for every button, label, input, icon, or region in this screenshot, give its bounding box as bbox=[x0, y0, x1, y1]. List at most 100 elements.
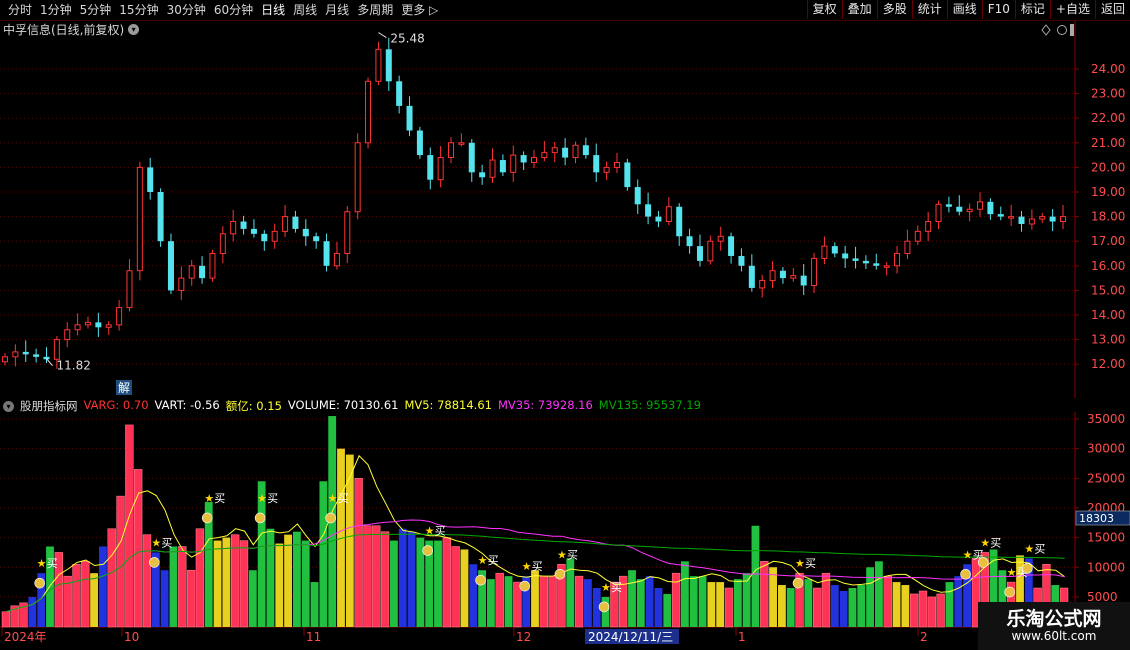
candle-body bbox=[468, 142, 475, 173]
candle-body bbox=[935, 203, 942, 223]
candle-body bbox=[147, 167, 154, 192]
volume-bar bbox=[663, 593, 672, 627]
buy-signal-label: 买 bbox=[805, 557, 816, 570]
candle-body bbox=[769, 270, 776, 282]
buy-star-icon: ★ bbox=[478, 554, 488, 567]
candle-body bbox=[541, 152, 548, 159]
price-tick-label: 14.00 bbox=[1091, 308, 1125, 322]
volume-bar bbox=[178, 546, 187, 628]
money-bag-icon bbox=[519, 580, 530, 592]
candle-body bbox=[945, 204, 952, 207]
candle-body bbox=[240, 221, 247, 229]
candle-body bbox=[323, 241, 330, 266]
buy-signal-label: 买 bbox=[214, 492, 225, 505]
tab-period-2[interactable]: 5分钟 bbox=[76, 2, 116, 18]
toolbar-button-5[interactable]: F10 bbox=[981, 0, 1015, 19]
toolbar: 分时 1分钟 5分钟 15分钟 30分钟 60分钟 日线 周线 月线 多周期 更多 ▷ 复权 叠加 多股… bbox=[0, 0, 1130, 21]
tab-period-0[interactable]: 分时 bbox=[4, 2, 36, 18]
candle-body bbox=[914, 230, 921, 242]
candle-body bbox=[894, 253, 901, 267]
toolbar-button-6[interactable]: 标记 bbox=[1014, 0, 1050, 19]
volume-chart[interactable]: 350003000025000200001500010000500018303★… bbox=[0, 412, 1130, 650]
volume-bar bbox=[724, 587, 734, 628]
watermark-url: www.60lt.com bbox=[1011, 629, 1097, 643]
volume-bar bbox=[442, 537, 451, 628]
candle-body bbox=[84, 321, 91, 326]
volume-bar bbox=[72, 564, 81, 628]
volume-bar bbox=[398, 528, 407, 627]
tab-period-7[interactable]: 周线 bbox=[289, 2, 321, 18]
candle-body bbox=[728, 236, 735, 256]
candle-body bbox=[800, 275, 807, 286]
candle-body bbox=[292, 216, 299, 229]
candle-body bbox=[551, 147, 558, 154]
toolbar-button-7[interactable]: +自选 bbox=[1049, 0, 1095, 19]
toolbar-button-4[interactable]: 画线 bbox=[946, 0, 982, 19]
candle-body bbox=[333, 253, 340, 267]
price-tick-label: 22.00 bbox=[1091, 111, 1125, 125]
volume-bar bbox=[186, 569, 196, 628]
price-tick-label: 18.00 bbox=[1091, 210, 1125, 224]
candle-body bbox=[613, 161, 620, 168]
candle-body bbox=[95, 322, 102, 328]
candle-body bbox=[188, 265, 195, 279]
volume-bar bbox=[107, 528, 116, 628]
tab-period-8[interactable]: 月线 bbox=[321, 2, 353, 18]
tab-period-5[interactable]: 60分钟 bbox=[210, 2, 257, 18]
buy-signal-label: 买 bbox=[1034, 542, 1045, 555]
candle-body bbox=[852, 258, 859, 261]
candle-body bbox=[520, 155, 527, 163]
tab-period-6[interactable]: 日线 bbox=[257, 2, 289, 18]
candle-body bbox=[779, 270, 786, 279]
candle-body bbox=[1060, 216, 1066, 223]
buy-star-icon: ★ bbox=[980, 536, 990, 549]
candle-body bbox=[1008, 216, 1015, 219]
volume-bar bbox=[90, 573, 98, 627]
tab-period-3[interactable]: 15分钟 bbox=[115, 2, 162, 18]
buy-star-icon: ★ bbox=[151, 536, 161, 549]
candle-body bbox=[354, 142, 361, 213]
buy-signal-label: 买 bbox=[267, 492, 278, 505]
volume-bar bbox=[116, 495, 125, 628]
tab-period-1[interactable]: 1分钟 bbox=[36, 2, 76, 18]
toolbar-button-8[interactable]: 返回 bbox=[1094, 0, 1130, 19]
price-tick-label: 12.00 bbox=[1091, 357, 1125, 371]
price-chart[interactable]: 24.00 23.00 22.00 21.00 20.00 19.00 18.00 17.00… bbox=[0, 20, 1130, 398]
volume-tick-label: 10000 bbox=[1087, 560, 1125, 574]
candle-body bbox=[510, 154, 517, 173]
candle-body bbox=[873, 263, 880, 266]
candle-body bbox=[282, 216, 289, 232]
low-price-label: 11.82 bbox=[56, 359, 90, 373]
money-bag-icon bbox=[325, 512, 336, 524]
tab-period-4[interactable]: 30分钟 bbox=[163, 2, 210, 18]
volume-bar bbox=[451, 546, 460, 628]
toolbar-button-1[interactable]: 叠加 bbox=[841, 0, 877, 19]
tab-period-9[interactable]: 多周期 bbox=[353, 2, 397, 18]
volume-bar bbox=[936, 593, 945, 628]
candle-body bbox=[1018, 216, 1025, 224]
buy-signal-label: 买 bbox=[161, 536, 172, 549]
volume-bar bbox=[769, 567, 777, 627]
candle-body bbox=[562, 147, 569, 158]
volume-tick-label: 35000 bbox=[1087, 412, 1125, 426]
buy-signal-label: 买 bbox=[532, 560, 543, 573]
money-bag-icon bbox=[554, 568, 566, 580]
candle-body bbox=[271, 230, 278, 242]
toolbar-button-0[interactable]: 复权 bbox=[806, 0, 842, 19]
volume-bar bbox=[345, 454, 354, 627]
volume-bar bbox=[698, 576, 707, 627]
volume-bar bbox=[363, 525, 372, 628]
price-tick-label: 15.00 bbox=[1091, 283, 1125, 297]
tab-period-10[interactable]: 更多 ▷ bbox=[397, 2, 442, 18]
candle-body bbox=[717, 235, 724, 242]
volume-bar bbox=[927, 596, 936, 628]
toolbar-button-2[interactable]: 多股 bbox=[876, 0, 912, 19]
money-bag-icon bbox=[34, 577, 45, 589]
high-price-label: 25.48 bbox=[390, 32, 424, 46]
buy-star-icon: ★ bbox=[257, 492, 267, 505]
volume-bar bbox=[460, 549, 469, 627]
chevron-down-icon[interactable]: ▾ bbox=[3, 400, 14, 412]
volume-tick-label: 15000 bbox=[1087, 531, 1125, 545]
money-bag-icon bbox=[598, 601, 610, 613]
toolbar-button-3[interactable]: 统计 bbox=[911, 0, 947, 19]
